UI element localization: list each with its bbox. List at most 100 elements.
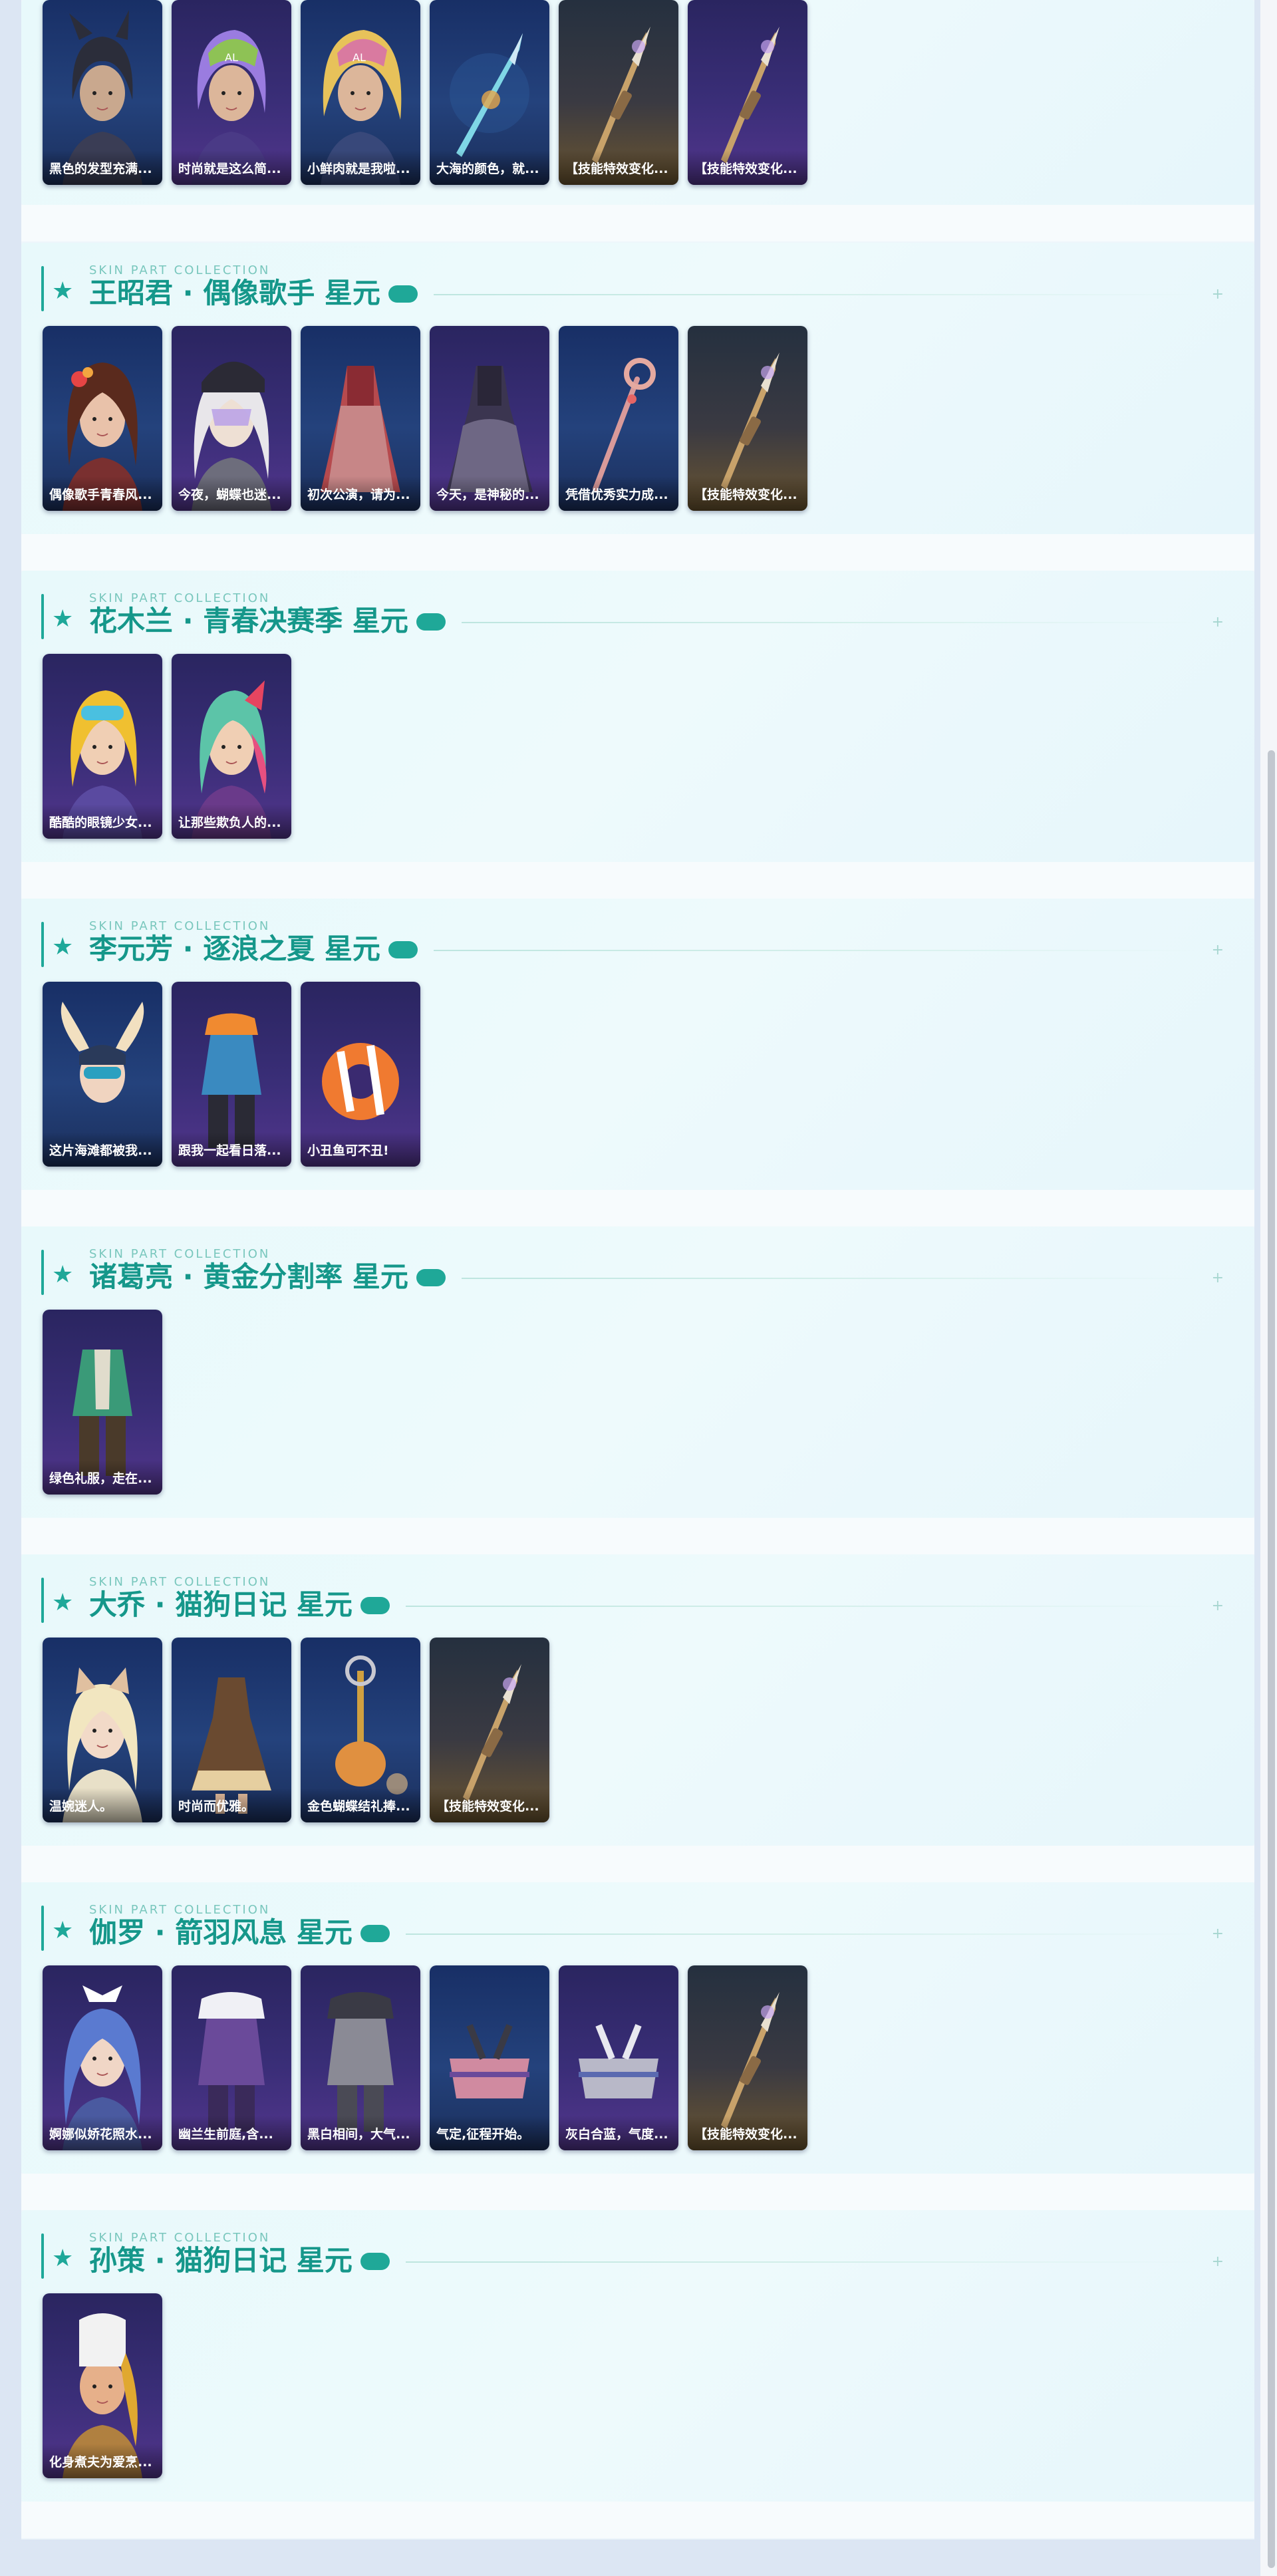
skin-part-card[interactable]: 【技能特效变化...	[559, 0, 678, 185]
skin-part-card[interactable]: 温婉迷人。	[43, 1638, 162, 1822]
skin-collection-section: ★ SKIN PART COLLECTION 伽罗 · 箭羽风息 星元 + 婀娜似娇花照…	[21, 1882, 1254, 2174]
plus-ornament-icon: +	[1211, 2253, 1224, 2270]
skin-part-card[interactable]: 黑色的发型充满...	[43, 0, 162, 185]
section-title: 李元芳 · 逐浪之夏 星元	[89, 932, 418, 966]
section-divider-line	[405, 2261, 1199, 2263]
card-caption: 时尚就是这么简...	[178, 162, 281, 176]
section-title: 诸葛亮 · 黄金分割率 星元	[89, 1260, 446, 1294]
section-header: ★ SKIN PART COLLECTION 李元芳 · 逐浪之夏 星元 +	[41, 919, 1225, 968]
skin-part-card[interactable]: 【技能特效变化...	[688, 0, 807, 185]
card-caption: 偶像歌手青春风...	[49, 488, 152, 502]
skin-part-card[interactable]: AL 小鲜肉就是我啦...	[301, 0, 420, 185]
skin-part-card[interactable]: 小丑鱼可不丑!	[301, 982, 420, 1167]
section-title: 伽罗 · 箭羽风息 星元	[89, 1916, 390, 1949]
card-row: 这片海滩都被我... 跟我一起看日落... 小丑鱼可不丑!	[43, 982, 1240, 1168]
skin-part-card[interactable]: 今天，是神秘的...	[430, 326, 549, 511]
section-divider-line	[433, 950, 1199, 951]
section-accent-bar	[41, 1578, 44, 1623]
card-caption: 温婉迷人。	[49, 1799, 113, 1814]
star-icon: ★	[52, 277, 74, 305]
currency-pill-icon	[360, 1924, 390, 1942]
currency-pill-icon	[388, 285, 418, 303]
skin-part-card[interactable]: 婀娜似娇花照水...	[43, 1965, 162, 2150]
skin-part-card[interactable]: 气定,征程开始。	[430, 1965, 549, 2150]
skin-part-card[interactable]: 大海的颜色，就...	[430, 0, 549, 185]
skin-part-card[interactable]: 跟我一起看日落...	[172, 982, 291, 1167]
card-row: 绿色礼服，走在...	[43, 1310, 1240, 1496]
currency-pill-icon	[360, 2252, 390, 2270]
section-header: ★ SKIN PART COLLECTION 大乔 · 猫狗日记 星元 +	[41, 1575, 1225, 1624]
skin-part-card[interactable]: 初次公演，请为...	[301, 326, 420, 511]
card-caption: 凭借优秀实力成...	[565, 488, 668, 502]
skin-part-card[interactable]: 凭借优秀实力成...	[559, 326, 678, 511]
section-subtitle: SKIN PART COLLECTION	[89, 263, 271, 277]
skin-part-card[interactable]: 灰白合蓝，气度...	[559, 1965, 678, 2150]
skin-part-card[interactable]: 今夜，蝴蝶也迷...	[172, 326, 291, 511]
section-accent-bar	[41, 2233, 44, 2279]
skin-part-card[interactable]: 绿色礼服，走在...	[43, 1310, 162, 1495]
card-row: 酷酷的眼镜少女... 让那些欺负人的...	[43, 654, 1240, 840]
svg-text:AL: AL	[353, 51, 366, 64]
plus-ornament-icon: +	[1211, 1598, 1224, 1614]
section-subtitle: SKIN PART COLLECTION	[89, 919, 271, 933]
skin-part-card[interactable]: 化身煮夫为爱烹...	[43, 2293, 162, 2478]
card-row: 偶像歌手青春风... 今夜，蝴蝶也迷... 初次公演，请为... 今天，是神秘的...…	[43, 326, 1240, 512]
currency-pill-icon	[416, 613, 446, 631]
skin-part-card[interactable]: 【技能特效变化...	[688, 326, 807, 511]
card-caption: 化身煮夫为爱烹...	[49, 2455, 152, 2470]
skin-part-card[interactable]: 这片海滩都被我...	[43, 982, 162, 1167]
section-divider-line	[405, 1606, 1199, 1607]
scrollbar-thumb[interactable]	[1268, 750, 1275, 2568]
skin-part-card[interactable]: 让那些欺负人的...	[172, 654, 291, 839]
star-icon: ★	[52, 605, 74, 633]
section-header: ★ SKIN PART COLLECTION 花木兰 · 青春决赛季 星元 +	[41, 591, 1225, 641]
skin-collection-section: ★ SKIN PART COLLECTION 诸葛亮 · 黄金分割率 星元 + 绿色礼服…	[21, 1226, 1254, 1518]
skin-part-card[interactable]: 【技能特效变化...	[688, 1965, 807, 2150]
section-gap	[21, 534, 1254, 571]
section-gap	[21, 2174, 1254, 2210]
section-previous: 黑色的发型充满... AL 时尚就是这么简... AL 小鲜肉就是我啦... 大海的颜色，…	[21, 0, 1254, 205]
section-accent-bar	[41, 1250, 44, 1295]
card-caption: 【技能特效变化...	[694, 488, 797, 502]
section-title-text: 李元芳 · 逐浪之夏 星元	[89, 932, 380, 965]
skin-collection-section: ★ SKIN PART COLLECTION 李元芳 · 逐浪之夏 星元 + 这片海滩都…	[21, 899, 1254, 1190]
skin-collection-section: ★ SKIN PART COLLECTION 花木兰 · 青春决赛季 星元 + 酷酷的眼…	[21, 571, 1254, 862]
card-caption: 今天，是神秘的...	[436, 488, 539, 502]
star-icon: ★	[52, 2245, 74, 2272]
star-icon: ★	[52, 1261, 74, 1288]
card-row: 婀娜似娇花照水... 幽兰生前庭,含... 黑白相间，大气... 气定,征程开始。 灰白…	[43, 1965, 1240, 2152]
plus-ornament-icon: +	[1211, 286, 1224, 303]
card-caption: 婀娜似娇花照水...	[49, 2127, 152, 2142]
section-subtitle: SKIN PART COLLECTION	[89, 1247, 271, 1261]
card-caption: 小鲜肉就是我啦...	[307, 162, 410, 176]
skin-part-card[interactable]: 【技能特效变化...	[430, 1638, 549, 1822]
currency-pill-icon	[360, 1596, 390, 1614]
card-caption: 【技能特效变化...	[565, 162, 668, 176]
card-caption: 【技能特效变化...	[694, 2127, 797, 2142]
currency-pill-icon	[388, 940, 418, 958]
skin-collection-section: ★ SKIN PART COLLECTION 孙策 · 猫狗日记 星元 + 化身煮夫为爱…	[21, 2210, 1254, 2502]
section-title-text: 大乔 · 猫狗日记 星元	[89, 1588, 353, 1621]
skin-part-card[interactable]: AL 时尚就是这么简...	[172, 0, 291, 185]
card-caption: 今夜，蝴蝶也迷...	[178, 488, 281, 502]
section-subtitle: SKIN PART COLLECTION	[89, 591, 271, 605]
section-gap	[21, 2502, 1254, 2538]
skin-collection-section: ★ SKIN PART COLLECTION 王昭君 · 偶像歌手 星元 + 偶像歌手青…	[21, 243, 1254, 534]
section-subtitle: SKIN PART COLLECTION	[89, 1903, 271, 1917]
skin-part-card[interactable]: 偶像歌手青春风...	[43, 326, 162, 511]
section-header: ★ SKIN PART COLLECTION 孙策 · 猫狗日记 星元 +	[41, 2231, 1225, 2280]
section-title-text: 花木兰 · 青春决赛季 星元	[89, 605, 408, 637]
skin-part-card[interactable]: 酷酷的眼镜少女...	[43, 654, 162, 839]
skin-part-card[interactable]: 金色蝴蝶结礼捧...	[301, 1638, 420, 1822]
section-accent-bar	[41, 1906, 44, 1951]
skin-part-card[interactable]: 黑白相间，大气...	[301, 1965, 420, 2150]
star-icon: ★	[52, 1917, 74, 1944]
section-accent-bar	[41, 594, 44, 639]
section-accent-bar	[41, 266, 44, 311]
card-caption: 【技能特效变化...	[694, 162, 797, 176]
skin-part-card[interactable]: 时尚而优雅。	[172, 1638, 291, 1822]
card-caption: 气定,征程开始。	[436, 2127, 530, 2142]
skin-part-card[interactable]: 幽兰生前庭,含...	[172, 1965, 291, 2150]
card-caption: 初次公演，请为...	[307, 488, 410, 502]
card-caption: 幽兰生前庭,含...	[178, 2127, 273, 2142]
